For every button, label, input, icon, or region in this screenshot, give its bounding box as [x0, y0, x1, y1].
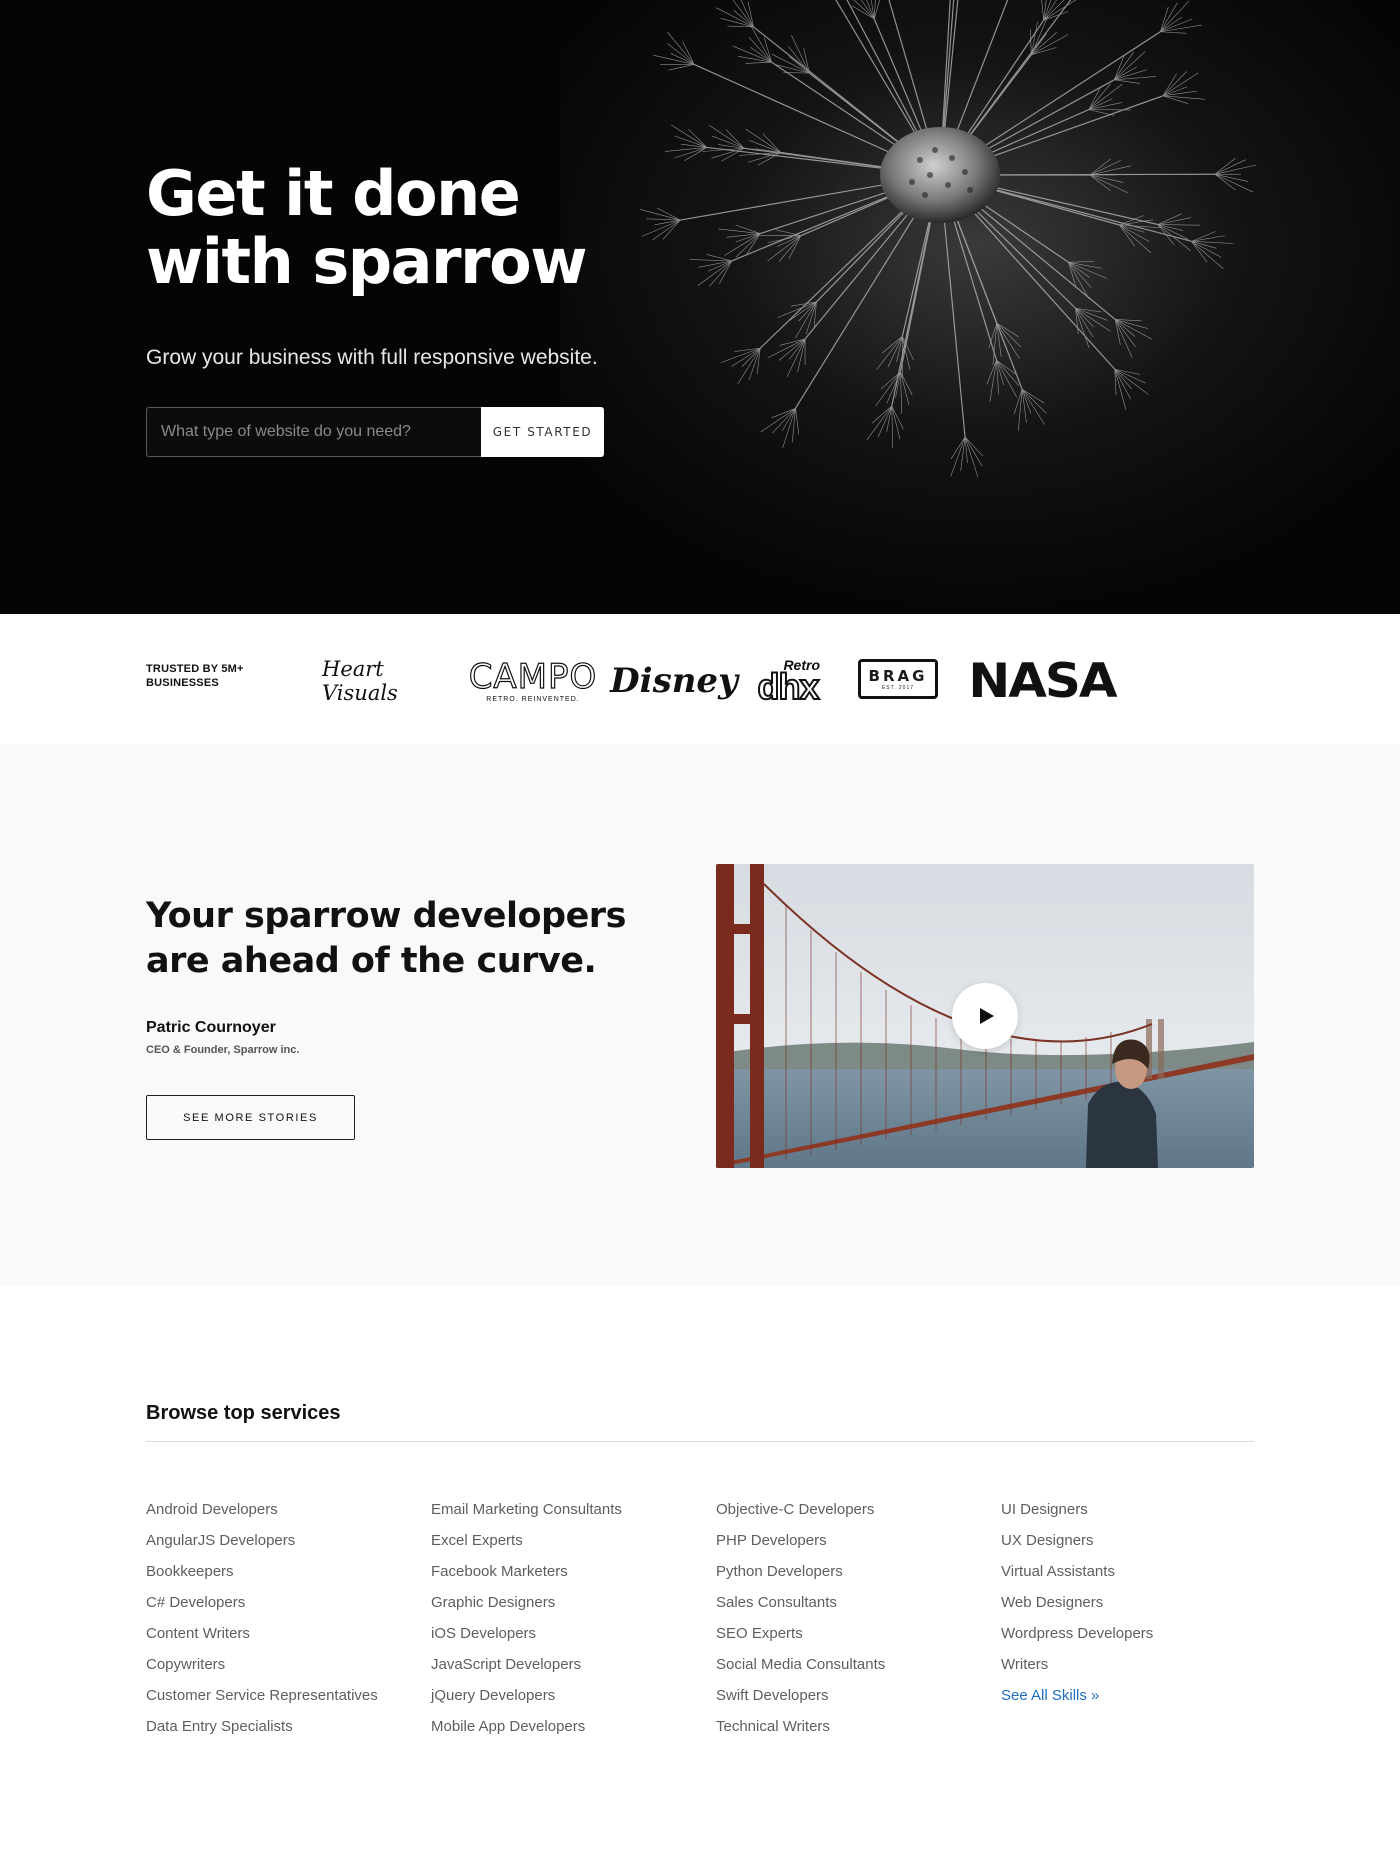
campo-logo: CAMPO RETRO. REINVENTED.	[468, 654, 598, 708]
services-grid: Android Developers AngularJS Developers …	[146, 1494, 1286, 1742]
trusted-label: TRUSTED BY 5M+ BUSINESSES	[146, 663, 244, 689]
service-link[interactable]: Virtual Assistants	[1001, 1556, 1286, 1587]
author-role: CEO & Founder, Sparrow inc.	[146, 1044, 300, 1056]
service-link[interactable]: Web Designers	[1001, 1587, 1286, 1618]
service-link[interactable]: JavaScript Developers	[431, 1649, 716, 1680]
service-link[interactable]: C# Developers	[146, 1587, 431, 1618]
service-link[interactable]: Android Developers	[146, 1494, 431, 1525]
heart-visuals-logo: Heart Visuals	[322, 654, 440, 708]
service-link[interactable]: Email Marketing Consultants	[431, 1494, 716, 1525]
service-link[interactable]: Technical Writers	[716, 1711, 1001, 1742]
story-section: Your sparrow developers are ahead of the…	[0, 744, 1400, 1286]
nasa-logo: NASA	[968, 653, 1117, 709]
service-link[interactable]: Customer Service Representatives	[146, 1680, 431, 1711]
see-all-skills-link[interactable]: See All Skills »	[1001, 1680, 1286, 1711]
services-divider	[146, 1441, 1254, 1442]
service-link[interactable]: SEO Experts	[716, 1618, 1001, 1649]
services-section: Browse top services Android Developers A…	[0, 1286, 1400, 1868]
story-video[interactable]	[716, 864, 1254, 1168]
service-link[interactable]: Sales Consultants	[716, 1587, 1001, 1618]
play-button[interactable]	[952, 983, 1018, 1049]
service-link[interactable]: UI Designers	[1001, 1494, 1286, 1525]
service-link[interactable]: Social Media Consultants	[716, 1649, 1001, 1680]
hero-search-form: GET STARTED	[146, 407, 604, 457]
dandelion-image	[560, 0, 1400, 614]
service-link[interactable]: iOS Developers	[431, 1618, 716, 1649]
service-link[interactable]: jQuery Developers	[431, 1680, 716, 1711]
service-link[interactable]: Facebook Marketers	[431, 1556, 716, 1587]
brag-tag: EST. 2017	[881, 685, 915, 691]
hero-subtitle: Grow your business with full responsive …	[146, 346, 598, 369]
get-started-button[interactable]: GET STARTED	[481, 407, 604, 457]
service-link[interactable]: Graphic Designers	[431, 1587, 716, 1618]
service-link[interactable]: Data Entry Specialists	[146, 1711, 431, 1742]
see-more-stories-button[interactable]: SEE MORE STORIES	[146, 1095, 355, 1140]
dhx-text: dhx	[756, 665, 820, 707]
service-link[interactable]: Swift Developers	[716, 1680, 1001, 1711]
retro-dhx-logo: Retro dhx	[752, 654, 824, 708]
service-link[interactable]: Copywriters	[146, 1649, 431, 1680]
heart-visuals-text: Heart Visuals	[322, 657, 398, 705]
service-link[interactable]: Objective-C Developers	[716, 1494, 1001, 1525]
services-column-3: Objective-C Developers PHP Developers Py…	[716, 1494, 1001, 1742]
author-name: Patric Cournoyer	[146, 1019, 276, 1036]
service-link[interactable]: Bookkeepers	[146, 1556, 431, 1587]
services-column-1: Android Developers AngularJS Developers …	[146, 1494, 431, 1742]
disney-text: Disney	[610, 661, 738, 701]
service-link[interactable]: Mobile App Developers	[431, 1711, 716, 1742]
service-link[interactable]: Python Developers	[716, 1556, 1001, 1587]
service-link[interactable]: Content Writers	[146, 1618, 431, 1649]
disney-logo: Disney	[610, 654, 738, 708]
service-link[interactable]: PHP Developers	[716, 1525, 1001, 1556]
service-link[interactable]: Wordpress Developers	[1001, 1618, 1286, 1649]
website-type-input[interactable]	[146, 407, 481, 457]
services-column-4: UI Designers UX Designers Virtual Assist…	[1001, 1494, 1286, 1742]
services-column-2: Email Marketing Consultants Excel Expert…	[431, 1494, 716, 1742]
story-title: Your sparrow developers are ahead of the…	[146, 896, 626, 981]
nasa-text: NASA	[968, 653, 1117, 709]
campo-text: CAMPO	[468, 656, 598, 697]
trusted-by-section: TRUSTED BY 5M+ BUSINESSES Heart Visuals …	[0, 614, 1400, 744]
service-link[interactable]: Excel Experts	[431, 1525, 716, 1556]
hero-title: Get it done with sparrow	[146, 157, 588, 298]
services-title: Browse top services	[146, 1402, 341, 1424]
service-link[interactable]: UX Designers	[1001, 1525, 1286, 1556]
hero-section: Get it done with sparrow Grow your busin…	[0, 0, 1400, 614]
brag-text: BRAG	[868, 667, 928, 685]
campo-tagline: RETRO. REINVENTED.	[486, 695, 580, 703]
hero-content: Get it done with sparrow Grow your busin…	[146, 160, 606, 457]
play-icon	[980, 1008, 994, 1024]
service-link[interactable]: Writers	[1001, 1649, 1286, 1680]
brag-logo: BRAG EST. 2017	[858, 659, 938, 699]
service-link[interactable]: AngularJS Developers	[146, 1525, 431, 1556]
